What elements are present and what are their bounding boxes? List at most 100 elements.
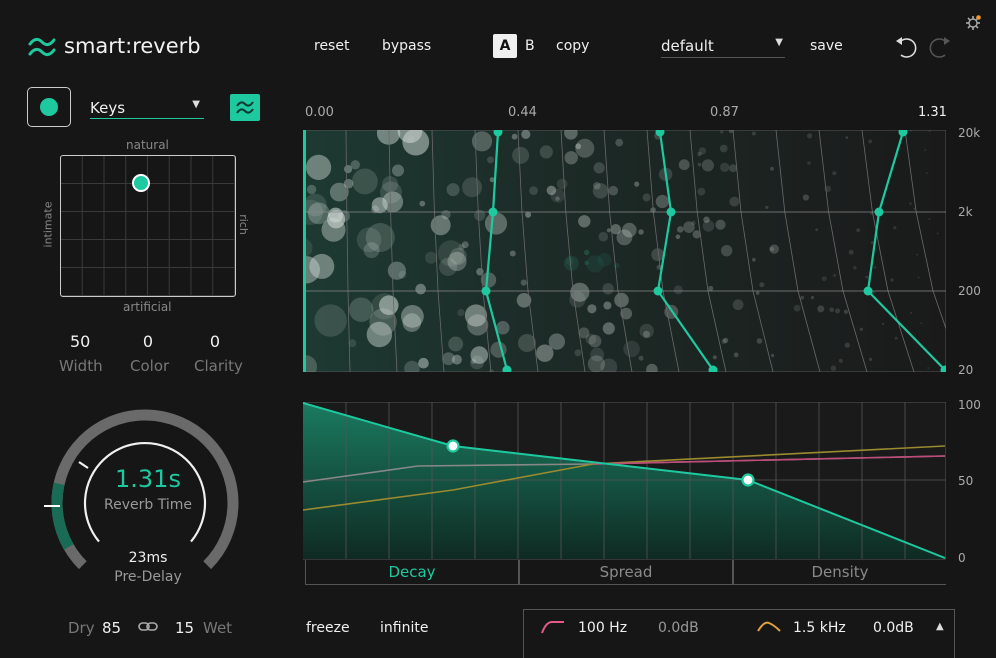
reverb-particle [874,266,877,269]
reverb-particle [379,295,399,315]
record-button[interactable] [27,87,71,127]
envelope-handle[interactable] [481,286,491,296]
app-title: smart:reverb [64,34,201,58]
low-cut-icon [541,621,564,634]
reverb-particle [578,215,591,228]
reverb-particle [720,162,730,172]
reverb-particle [691,220,696,226]
reverb-particle [593,182,601,190]
infinite-button[interactable]: infinite [380,620,428,636]
low-cut-freq[interactable]: 100 Hz [578,620,627,636]
reverb-spectrogram[interactable] [303,130,946,372]
time-label-3: 1.31 [918,105,947,120]
preset-dropdown[interactable]: default ▼ [661,36,785,58]
reverb-particle [917,276,920,279]
reverb-particle [602,322,615,335]
reverb-particle [638,355,644,361]
time-label-2: 0.87 [710,105,739,120]
reverb-particle [487,156,494,164]
decay-spread-density-graph[interactable] [303,402,946,560]
envelope-handle[interactable] [863,286,873,296]
wet-value[interactable]: 15 [175,619,194,637]
reverb-particle [675,234,681,240]
reverb-particle [306,154,332,180]
xy-pad[interactable] [60,155,236,297]
reverb-particle [574,349,582,357]
reverb-particle [602,283,614,295]
color-value[interactable]: 0 [140,332,156,351]
reverb-particle [701,159,714,172]
reverb-particle [496,321,510,335]
dry-value[interactable]: 85 [102,619,121,637]
tab-density[interactable]: Density [733,560,946,585]
reverb-particle [476,268,484,276]
envelope-handle[interactable] [666,207,676,217]
reverb-particle [755,291,760,295]
clarity-value[interactable]: 0 [207,332,223,351]
reverb-particle [415,283,426,295]
reverb-particle [752,257,756,262]
a-button[interactable]: A [493,34,517,58]
tab-spread[interactable]: Spread [519,560,733,585]
reverb-particle [606,228,611,233]
knob-pointer [78,461,89,469]
reverb-time-value: 1.31s [115,465,181,493]
smart-button[interactable] [230,94,260,121]
reverb-particle [729,164,738,173]
knob-mix-arc [51,482,74,550]
level-label-50: 50 [958,474,974,488]
reverb-particle [719,144,728,153]
reverb-particle [401,305,424,328]
reverb-particle [584,260,589,266]
undo-icon[interactable] [893,34,921,60]
reverb-particle [830,365,837,371]
b-button[interactable]: B [525,38,535,54]
reverb-particle [352,168,378,195]
decay-handle-1[interactable] [446,439,460,453]
save-button[interactable]: save [810,38,843,54]
reverb-particle [712,355,717,360]
reverb-particle [587,304,597,314]
reverb-particle [642,193,651,202]
xy-handle[interactable] [132,174,150,192]
low-cut-gain[interactable]: 0.0dB [658,620,699,636]
reverb-particle [702,220,715,232]
tab-decay[interactable]: Decay [305,560,519,585]
redo-icon[interactable] [925,34,953,60]
reverb-particle [920,322,923,325]
reverb-particle [529,186,538,196]
chevron-up-icon[interactable]: ▲ [936,621,944,632]
reverb-particle [548,333,565,350]
reverb-particle [615,138,624,147]
high-shelf-freq[interactable]: 1.5 kHz [793,620,846,636]
reset-button[interactable]: reset [314,38,349,54]
envelope-handle[interactable] [874,207,884,217]
high-shelf-gain[interactable]: 0.0dB [873,620,914,636]
freeze-button[interactable]: freeze [306,620,350,636]
reverb-particle [802,194,809,201]
reverb-particle [306,184,317,195]
reverb-particle [590,347,605,362]
reverb-particle [844,342,850,348]
envelope-handle[interactable] [488,207,498,217]
reverb-particle [356,227,382,252]
xy-label-right: rich [236,214,250,235]
reverb-particle [655,194,669,209]
link-icon[interactable] [138,620,158,634]
bypass-button[interactable]: bypass [382,38,431,54]
decay-handle-2[interactable] [741,473,755,487]
reverb-particle [913,207,916,210]
wet-label: Wet [203,619,233,637]
freq-label-20: 20 [958,363,974,377]
reverb-particle [380,181,402,204]
profile-dropdown[interactable]: Keys ▼ [90,98,204,119]
reverb-particle [807,133,813,139]
copy-button[interactable]: copy [556,38,589,54]
width-value[interactable]: 50 [70,332,90,351]
envelope-handle[interactable] [653,286,663,296]
reverb-particle [925,172,928,174]
reverb-particle [419,200,426,207]
chevron-down-icon: ▼ [775,37,783,48]
settings-gear-icon[interactable] [964,14,982,32]
reverb-particle [512,146,530,164]
